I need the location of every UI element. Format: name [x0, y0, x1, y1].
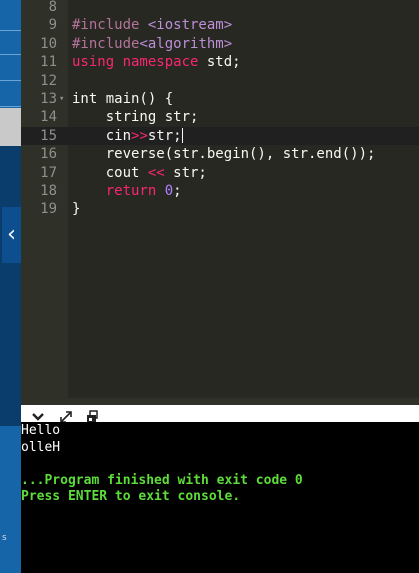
code-token: using namespace — [72, 54, 207, 71]
line-number: 14 — [40, 109, 57, 126]
code-text: cout << str; — [72, 164, 207, 182]
sidebar-divider — [0, 54, 21, 55]
sidebar-bottom-label: s — [2, 533, 7, 543]
line-number: 8 — [48, 0, 57, 15]
collapse-sidebar-button[interactable]: ‹ — [2, 207, 21, 263]
line-number: 11 — [40, 54, 57, 71]
code-editor[interactable]: 8 9 #include <iostream> 10 #include<algorith… — [21, 0, 419, 398]
code-line[interactable]: 10 #include<algorithm> — [21, 35, 419, 53]
code-token: <algorithm> — [139, 35, 233, 52]
code-line[interactable]: 14 string str; — [21, 108, 419, 126]
code-text: reverse(str.begin(), str.end()); — [72, 145, 376, 163]
chevron-left-icon: ‹ — [7, 222, 16, 247]
code-token: return — [105, 183, 165, 199]
console-line: olleH — [21, 439, 61, 455]
line-number: 18 — [40, 183, 57, 199]
code-text: } — [72, 200, 80, 218]
line-number: 15 — [40, 127, 57, 144]
code-token: str; — [147, 127, 182, 144]
sidebar-divider — [0, 30, 21, 31]
code-token: #include — [72, 35, 140, 52]
code-line[interactable]: 18 return 0; — [21, 182, 419, 200]
code-line[interactable]: 12 — [21, 72, 419, 90]
code-token: << — [147, 164, 165, 181]
line-number: 16 — [40, 146, 57, 163]
text-cursor — [181, 128, 183, 144]
line-number: 17 — [40, 164, 57, 181]
code-token: int — [72, 91, 106, 107]
code-token: str; — [164, 164, 207, 181]
code-text: return 0; — [72, 182, 182, 200]
code-token: ; — [173, 183, 182, 199]
code-text: #include<algorithm> — [72, 35, 232, 53]
code-token: } — [72, 201, 81, 218]
code-line[interactable]: 19} — [21, 200, 419, 218]
sidebar-item-selected[interactable] — [0, 108, 21, 146]
left-sidebar: ‹ s — [0, 0, 21, 573]
line-number: 12 — [40, 72, 57, 89]
code-line[interactable]: 9 #include <iostream> — [21, 16, 419, 34]
code-line[interactable]: 15 cin>>str; — [21, 126, 419, 145]
console-line: Press ENTER to exit console. — [21, 489, 241, 504]
code-line[interactable]: 11 using namespace std; — [21, 53, 419, 71]
code-token: std; — [206, 54, 241, 71]
code-token: <iostream> — [147, 17, 233, 34]
line-number: 9 — [48, 17, 57, 34]
code-text: using namespace std; — [72, 53, 241, 71]
code-token: #include — [72, 17, 148, 34]
code-line[interactable]: 13 ▾ int main() { — [21, 90, 419, 108]
console-line: ...Program finished with exit code 0 — [21, 472, 303, 488]
code-text: string str; — [72, 108, 199, 126]
code-text: #include <iostream> — [72, 16, 232, 34]
code-token: >> — [131, 127, 148, 144]
code-line[interactable]: 17 cout << str; — [21, 164, 419, 182]
line-number: 19 — [40, 201, 57, 218]
code-token: cin — [72, 127, 132, 144]
sidebar-divider — [0, 106, 21, 107]
code-token: 0 — [164, 183, 174, 199]
code-token: main() { — [105, 91, 174, 107]
sidebar-panel — [0, 146, 21, 426]
console-line: Hello — [21, 423, 61, 438]
code-text: cin>>str; — [72, 127, 183, 145]
code-line[interactable]: 8 — [21, 0, 419, 16]
line-number: 10 — [40, 35, 57, 52]
code-token: reverse(str.begin(), str.end()); — [72, 146, 376, 163]
code-text: int main() { — [72, 90, 173, 108]
line-number: 13 — [40, 91, 57, 107]
fold-toggle-icon[interactable]: ▾ — [59, 90, 64, 108]
output-console[interactable]: Hello olleH ...Program finished with exit … — [21, 422, 419, 573]
code-token: cout — [72, 164, 148, 181]
sidebar-divider — [0, 80, 21, 81]
code-token: string str; — [72, 109, 199, 126]
code-line[interactable]: 16 reverse(str.begin(), str.end()); — [21, 145, 419, 163]
